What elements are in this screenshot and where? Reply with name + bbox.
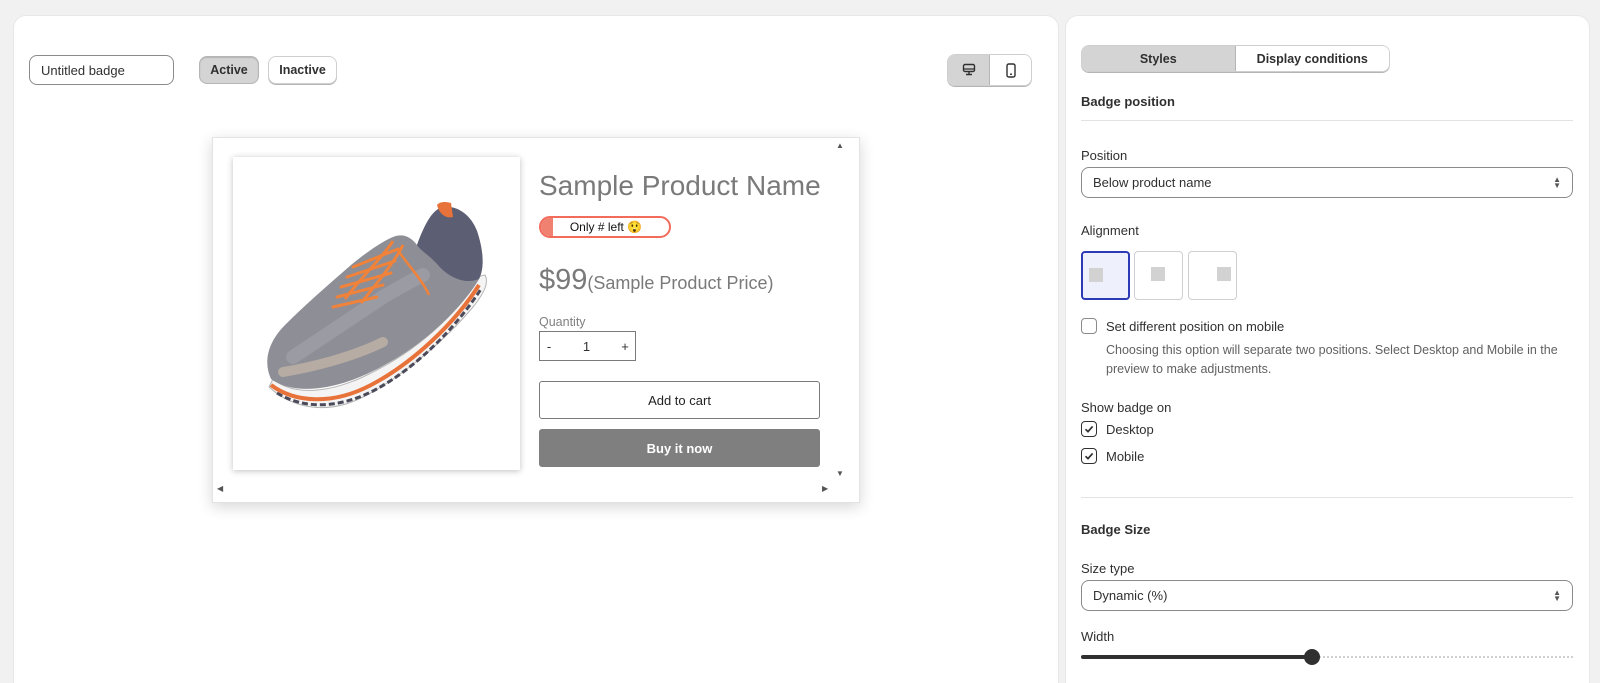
checkmark-icon — [1084, 452, 1094, 460]
price-value: $99 — [539, 264, 588, 296]
size-type-select[interactable]: Dynamic (%) ▲ ▼ — [1081, 580, 1573, 611]
sneaker-image — [267, 201, 487, 409]
badge-preview: Only # left 😲 — [539, 216, 671, 238]
status-inactive-button[interactable]: Inactive — [268, 56, 337, 84]
tab-display-conditions[interactable]: Display conditions — [1235, 46, 1389, 71]
product-price: $99(Sample Product Price) — [539, 264, 773, 297]
align-left-icon — [1089, 268, 1103, 282]
select-chevron-icon: ▲ ▼ — [1553, 174, 1561, 190]
settings-panel: Styles Display conditions Badge position… — [1066, 16, 1589, 683]
size-type-label: Size type — [1081, 561, 1135, 576]
product-title: Sample Product Name — [539, 170, 821, 201]
size-type-select-value: Dynamic (%) — [1093, 588, 1168, 603]
select-chevron-icon: ▲ ▼ — [1553, 587, 1561, 603]
product-image — [233, 157, 520, 470]
scroll-up-icon[interactable]: ▲ — [836, 142, 844, 150]
settings-tabs: Styles Display conditions — [1081, 45, 1390, 72]
quantity-increase-button[interactable]: + — [615, 339, 635, 354]
mobile-view-button[interactable] — [990, 55, 1031, 85]
preview-panel: Active Inactive — [14, 16, 1058, 683]
align-right-icon — [1217, 267, 1231, 281]
product-preview: Sample Product Name Only # left 😲 $99(Sa… — [212, 137, 860, 503]
desktop-view-button[interactable] — [948, 55, 990, 85]
quantity-value[interactable]: 1 — [558, 339, 615, 354]
badge-position-title: Badge position — [1081, 94, 1175, 109]
status-active-button[interactable]: Active — [199, 56, 259, 84]
checkmark-icon — [1084, 425, 1094, 433]
buy-now-button[interactable]: Buy it now — [539, 429, 820, 467]
desktop-label: Desktop — [1106, 422, 1154, 437]
mobile-position-label: Set different position on mobile — [1106, 319, 1285, 334]
device-toggle — [947, 54, 1032, 86]
width-slider-fill — [1081, 655, 1312, 659]
tab-styles[interactable]: Styles — [1082, 46, 1236, 71]
badge-text: Only # left 😲 — [569, 220, 643, 234]
quantity-decrease-button[interactable]: - — [540, 339, 558, 354]
width-label: Width — [1081, 629, 1115, 644]
badge-name-input[interactable] — [29, 55, 174, 85]
scroll-down-icon[interactable]: ▼ — [836, 470, 844, 478]
align-center-icon — [1151, 267, 1165, 281]
mobile-label: Mobile — [1106, 449, 1145, 464]
badge-size-title: Badge Size — [1081, 522, 1151, 537]
quantity-label: Quantity — [539, 315, 586, 329]
mobile-checkbox[interactable] — [1081, 448, 1097, 464]
mobile-icon — [1005, 62, 1016, 78]
desktop-icon — [962, 63, 975, 76]
add-to-cart-button[interactable]: Add to cart — [539, 381, 820, 419]
show-badge-label: Show badge on — [1081, 400, 1172, 415]
alignment-left-option[interactable] — [1081, 251, 1130, 300]
desktop-checkbox[interactable] — [1081, 421, 1097, 437]
price-note: (Sample Product Price) — [587, 273, 774, 293]
scroll-left-icon[interactable]: ◀ — [217, 485, 223, 493]
position-select-value: Below product name — [1093, 175, 1212, 190]
position-label: Position — [1081, 148, 1128, 163]
divider — [1081, 497, 1573, 498]
width-slider-thumb[interactable] — [1304, 649, 1320, 665]
alignment-label: Alignment — [1081, 223, 1139, 238]
alignment-center-option[interactable] — [1134, 251, 1183, 300]
position-select[interactable]: Below product name ▲ ▼ — [1081, 167, 1573, 198]
mobile-position-help: Choosing this option will separate two p… — [1106, 343, 1558, 376]
alignment-right-option[interactable] — [1188, 251, 1237, 300]
scroll-right-icon[interactable]: ▶ — [822, 485, 828, 493]
divider — [1081, 120, 1573, 121]
badge-fill — [541, 218, 553, 236]
width-slider-rest — [1312, 656, 1573, 658]
mobile-position-checkbox[interactable] — [1081, 318, 1097, 334]
quantity-stepper: - 1 + — [539, 331, 636, 361]
width-slider[interactable] — [1081, 649, 1573, 665]
